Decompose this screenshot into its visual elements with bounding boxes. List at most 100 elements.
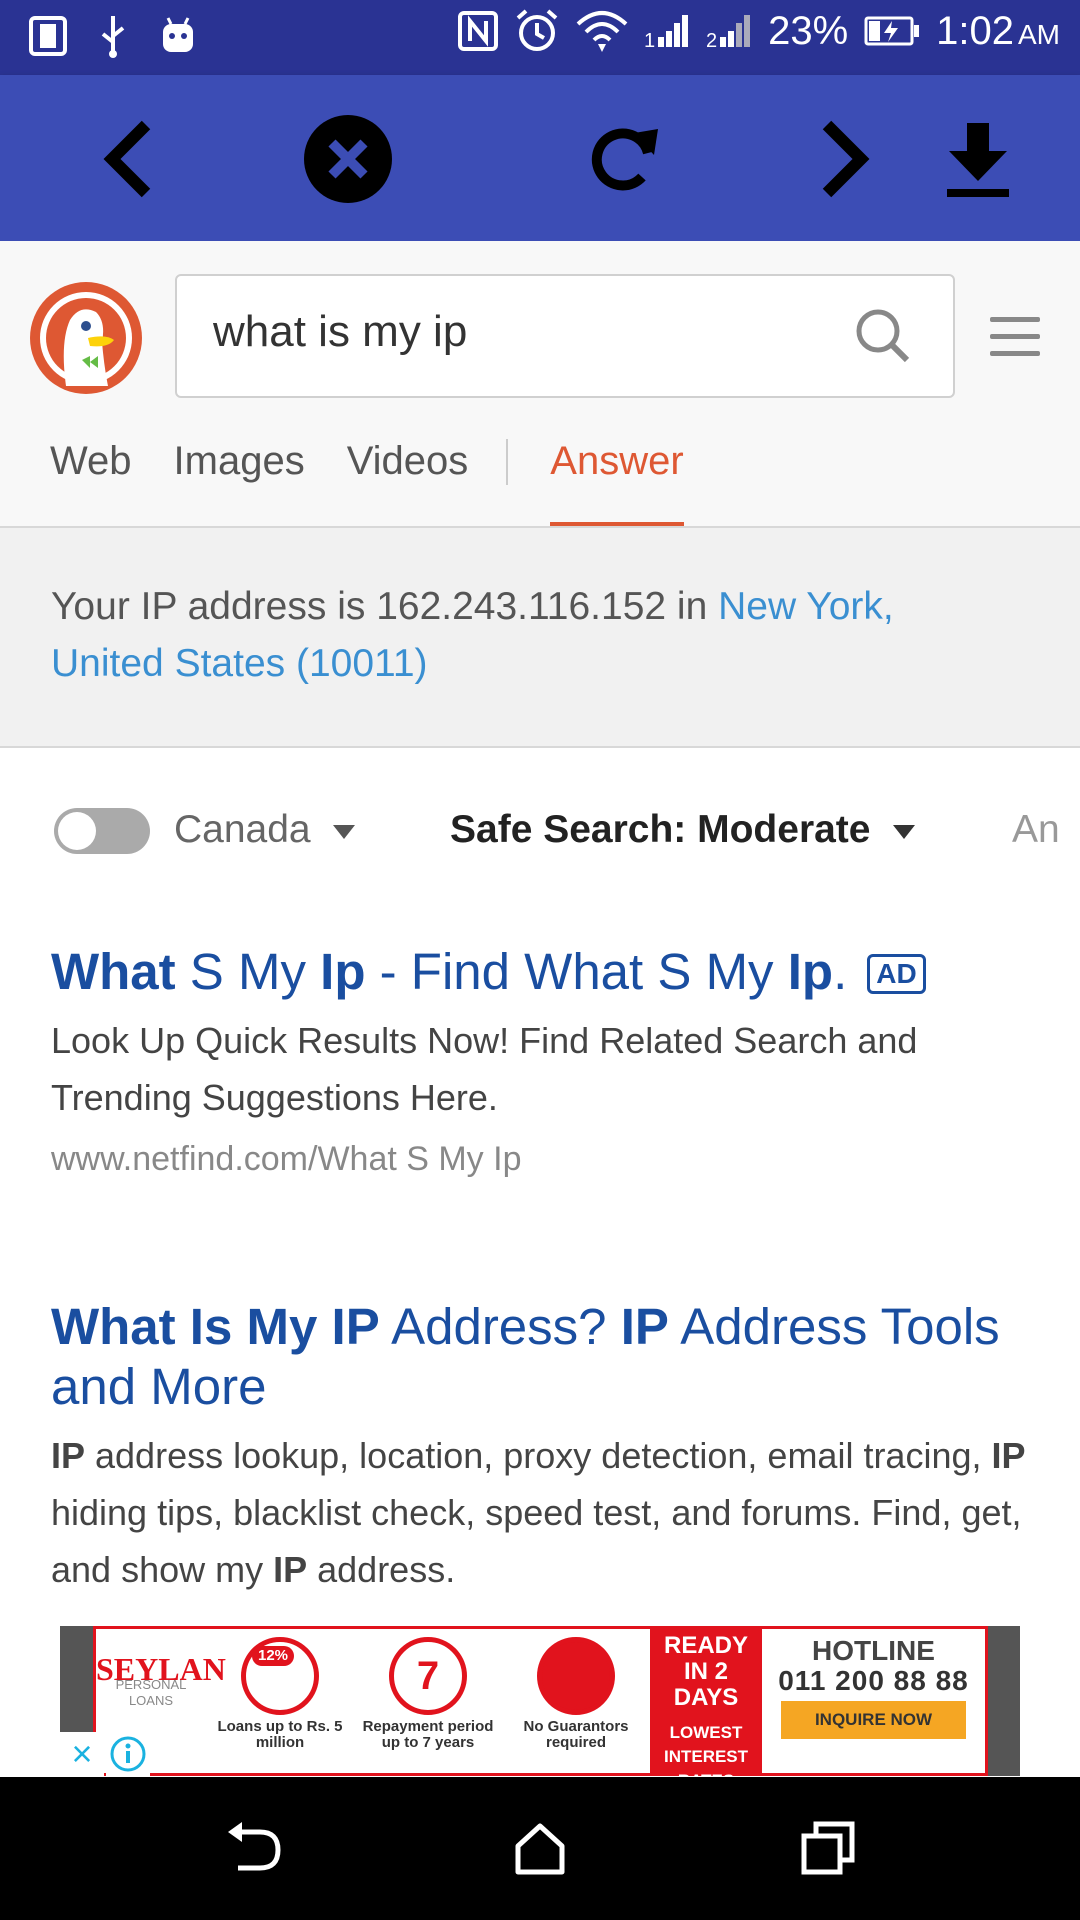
title-part: Address? bbox=[379, 1298, 621, 1355]
search-result-ad: What S My Ip - Find What S My Ip. AD Look… bbox=[51, 942, 1041, 1179]
ad-feature-guarantors: No Guarantors required bbox=[502, 1629, 650, 1773]
ad-banner[interactable]: SEYLAN PERSONAL LOANS 12% Loans up to Rs… bbox=[60, 1626, 1020, 1790]
clock-ampm: AM bbox=[1018, 18, 1060, 50]
ad-highlight-title: READY IN 2 DAYS bbox=[663, 1632, 748, 1711]
ad-feature-text: No Guarantors required bbox=[523, 1718, 629, 1751]
stop-button[interactable] bbox=[298, 109, 398, 209]
search-result: What Is My IP Address? IP Address Tools … bbox=[51, 1297, 1041, 1598]
seven-years-icon: 7 bbox=[389, 1637, 467, 1715]
clock: 1:02 AM bbox=[936, 9, 1060, 54]
ip-answer-box: Your IP address is 162.243.116.152 in Ne… bbox=[0, 528, 1080, 748]
svg-text:2: 2 bbox=[706, 30, 717, 51]
signal-1-icon: 1 bbox=[644, 15, 689, 51]
ad-feature-badge: 12% bbox=[252, 1646, 295, 1666]
info-icon bbox=[110, 1736, 146, 1772]
search-button[interactable] bbox=[853, 306, 913, 371]
status-bar: 1 2 23% 1:02 AM bbox=[0, 0, 1080, 75]
region-toggle[interactable] bbox=[54, 808, 150, 854]
title-part: Ip bbox=[320, 943, 366, 1000]
back-button[interactable] bbox=[78, 109, 178, 209]
tab-images[interactable]: Images bbox=[174, 439, 305, 526]
reload-button[interactable] bbox=[574, 109, 674, 209]
forward-button[interactable] bbox=[795, 109, 895, 209]
duckduckgo-logo[interactable] bbox=[30, 282, 142, 394]
download-icon bbox=[947, 123, 1009, 197]
ad-highlight: READY IN 2 DAYS LOWEST INTEREST RATES bbox=[650, 1629, 762, 1790]
download-button[interactable] bbox=[928, 109, 1028, 209]
snippet-part: IP bbox=[273, 1549, 308, 1590]
clock-time: 1:02 bbox=[936, 8, 1014, 53]
search-icon bbox=[856, 309, 910, 363]
safe-search-dropdown[interactable]: Safe Search: Moderate bbox=[450, 808, 915, 852]
ad-feature-repayment: 7 Repayment period up to 7 years bbox=[354, 1629, 502, 1773]
result-snippet: Look Up Quick Results Now! Find Related … bbox=[51, 1020, 918, 1118]
region-dropdown[interactable]: Canada bbox=[174, 808, 355, 852]
hamburger-menu-icon[interactable] bbox=[990, 317, 1040, 361]
tab-videos[interactable]: Videos bbox=[347, 439, 469, 526]
battery-percent: 23% bbox=[768, 8, 849, 53]
tab-web[interactable]: Web bbox=[50, 439, 132, 526]
nfc-icon bbox=[458, 11, 499, 51]
ad-feature-badge: 7 bbox=[416, 1654, 440, 1698]
filter-bar: Canada Safe Search: Moderate An bbox=[0, 790, 1080, 870]
title-part: S My bbox=[175, 943, 321, 1000]
nav-recents-button[interactable] bbox=[788, 1813, 868, 1883]
snippet-part: IP bbox=[991, 1435, 1026, 1476]
recents-icon bbox=[801, 1821, 855, 1875]
nav-back-button[interactable] bbox=[214, 1813, 294, 1883]
ad-hotline: HOTLINE 011 200 88 88 INQUIRE NOW bbox=[762, 1629, 985, 1773]
caret-down-icon bbox=[892, 824, 915, 839]
tab-answer[interactable]: Answer bbox=[550, 439, 684, 526]
android-icon bbox=[163, 17, 193, 52]
ad-hotline-label: HOTLINE bbox=[812, 1635, 935, 1666]
search-input[interactable] bbox=[211, 306, 835, 358]
search-header: Web Images Videos Answer bbox=[0, 241, 1080, 528]
home-icon bbox=[515, 1823, 565, 1875]
snippet-part: address lookup, location, proxy detectio… bbox=[85, 1435, 992, 1476]
title-part: What bbox=[51, 943, 176, 1000]
result-title-link[interactable]: What Is My IP Address? IP Address Tools … bbox=[51, 1297, 1041, 1417]
snippet-part: hiding tips, blacklist check, speed test… bbox=[51, 1492, 1022, 1590]
ad-feature-text: Repayment period up to 7 years bbox=[362, 1718, 494, 1751]
navigation-bar bbox=[0, 1777, 1080, 1920]
caret-down-icon bbox=[332, 824, 355, 839]
ad-close-button[interactable]: × bbox=[60, 1732, 104, 1776]
alarm-icon bbox=[516, 9, 558, 51]
toggle-knob bbox=[58, 812, 96, 850]
refresh-icon bbox=[591, 128, 658, 191]
signal-2-icon: 2 bbox=[706, 15, 751, 51]
ad-feature-loans: 12% Loans up to Rs. 5 million bbox=[206, 1629, 354, 1773]
ad-brand-name: SEYLAN bbox=[96, 1651, 226, 1687]
no-guarantors-icon bbox=[537, 1637, 615, 1715]
ad-info-button[interactable] bbox=[106, 1732, 150, 1776]
chevron-right-icon bbox=[822, 120, 870, 198]
back-arrow-icon bbox=[228, 1822, 281, 1871]
ad-inquire-button[interactable]: INQUIRE NOW bbox=[781, 1701, 966, 1739]
ad-feature-text: Loans up to Rs. 5 million bbox=[217, 1718, 343, 1751]
title-part: IP bbox=[620, 1298, 669, 1355]
browser-toolbar bbox=[0, 75, 1080, 241]
search-tabs: Web Images Videos Answer bbox=[50, 439, 726, 526]
snippet-part: address. bbox=[307, 1549, 456, 1590]
duck-icon bbox=[40, 292, 132, 386]
result-snippet: IP address lookup, location, proxy detec… bbox=[51, 1427, 1041, 1598]
ip-answer-prefix: Your IP address is 162.243.116.152 in bbox=[51, 585, 719, 628]
snippet-part: IP bbox=[51, 1435, 86, 1476]
time-filter-dropdown[interactable]: An bbox=[1012, 808, 1080, 852]
ad-hotline-number: 011 200 88 88 bbox=[778, 1665, 969, 1696]
title-part: - Find What S My bbox=[365, 943, 788, 1000]
result-title-link[interactable]: What S My Ip - Find What S My Ip. AD bbox=[51, 942, 1041, 1002]
svg-text:1: 1 bbox=[644, 30, 655, 51]
chevron-left-icon bbox=[103, 120, 151, 198]
result-url[interactable]: www.netfind.com/What S My Ip bbox=[51, 1140, 1041, 1179]
tab-divider bbox=[506, 439, 509, 485]
nav-home-button[interactable] bbox=[500, 1813, 580, 1883]
wifi-icon bbox=[576, 11, 628, 52]
ad-content[interactable]: SEYLAN PERSONAL LOANS 12% Loans up to Rs… bbox=[93, 1626, 988, 1790]
title-part: Ip bbox=[787, 943, 834, 1000]
title-part: What Is My IP bbox=[51, 1298, 380, 1355]
ip-answer-text: Your IP address is 162.243.116.152 in Ne… bbox=[51, 578, 951, 692]
percent-badge-icon: 12% bbox=[241, 1637, 319, 1715]
phone-icon bbox=[29, 16, 67, 56]
title-part: . bbox=[833, 943, 848, 1000]
